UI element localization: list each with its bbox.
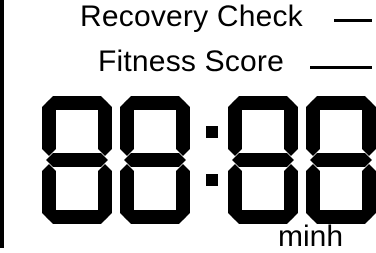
digit-2-segment-b bbox=[284, 100, 298, 156]
digit-2-segment-e bbox=[228, 164, 242, 220]
digit-0-segment-e bbox=[42, 164, 56, 220]
digit-2-segment-g bbox=[232, 153, 294, 167]
digit-0-segment-b bbox=[98, 100, 112, 156]
digit-2-segment-f bbox=[228, 100, 242, 156]
digit-1-segment-g bbox=[124, 153, 186, 167]
digit-3-segment-f bbox=[306, 100, 320, 156]
lcd-display: Recovery Check Fitness Score minh bbox=[0, 0, 376, 252]
digit-0-segment-f bbox=[42, 100, 56, 156]
digit-0-segment-g bbox=[46, 153, 108, 167]
seven-segment-readout bbox=[42, 96, 376, 224]
digit-3-segment-e bbox=[306, 164, 320, 220]
colon-dot-top bbox=[206, 126, 218, 138]
digit-1-segment-b bbox=[176, 100, 190, 156]
colon-dot-bottom bbox=[206, 174, 218, 186]
digit-1-segment-e bbox=[120, 164, 134, 220]
digit-3-segment-b bbox=[362, 100, 376, 156]
digit-1-segment-f bbox=[120, 100, 134, 156]
digit-3-segment-g bbox=[310, 153, 372, 167]
